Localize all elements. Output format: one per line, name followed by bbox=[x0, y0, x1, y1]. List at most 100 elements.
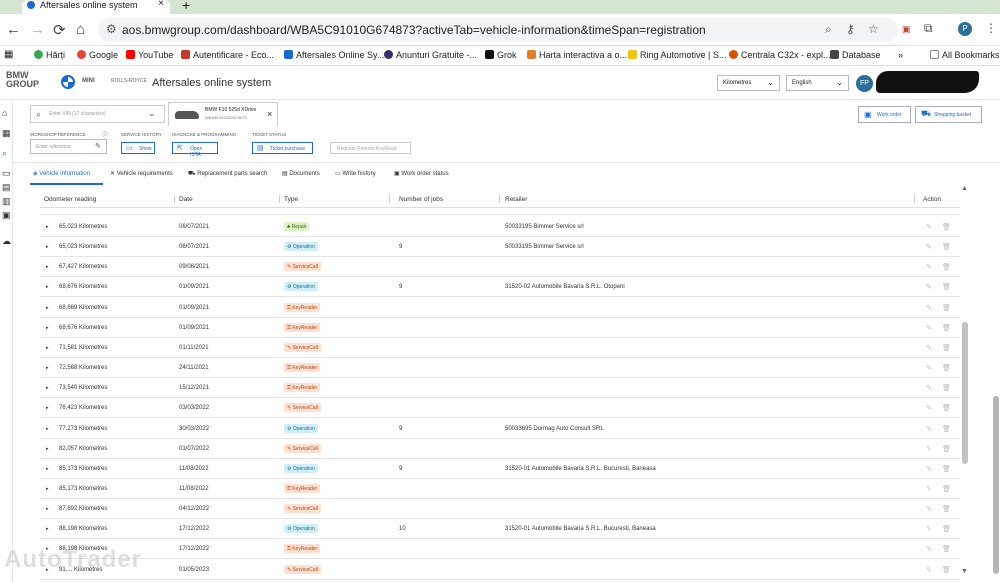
user-avatar[interactable]: FP bbox=[856, 75, 873, 92]
info-icon[interactable]: ⓘ bbox=[102, 130, 108, 139]
expand-row-icon[interactable]: ▸ bbox=[46, 345, 49, 351]
forward-icon[interactable]: → bbox=[30, 21, 45, 38]
delete-icon[interactable]: 🗑 bbox=[942, 566, 951, 574]
vin-search-input[interactable]: ⌕ Enter VIN (17 characters) ⌄ bbox=[30, 105, 165, 123]
tab-write-history[interactable]: ▭ Write history bbox=[335, 170, 376, 177]
table-row[interactable]: ▸ 88,198 Kilometres 17/12/2022 ⚙ Operation 1… bbox=[40, 519, 960, 540]
expand-row-icon[interactable]: ▸ bbox=[46, 426, 49, 432]
table-row[interactable]: ▸ 87,692 Kilometres 04/12/2022 ✎ ServiceCal… bbox=[40, 499, 960, 520]
table-row[interactable]: ▸ 65,023 Kilometres 06/07/2021 ♣ Repair 5003… bbox=[40, 217, 960, 237]
bookmark-item[interactable]: Grok bbox=[485, 50, 517, 60]
edit-icon[interactable]: ✎ bbox=[926, 243, 932, 251]
home-icon[interactable]: ⌂ bbox=[2, 108, 7, 118]
table-row[interactable]: ▸ 91,... Kilometres 01/05/2023 ✎ ServiceCal… bbox=[40, 560, 960, 580]
edit-icon[interactable]: ✎ bbox=[926, 223, 932, 231]
more-bookmarks-icon[interactable]: » bbox=[898, 50, 903, 60]
vehicle-tab[interactable]: BMW F10 525d XDrive WBA5C91010G674873 × bbox=[168, 102, 278, 126]
bookmark-star-icon[interactable]: ☆ bbox=[868, 22, 879, 36]
bookmark-item[interactable]: YouTube bbox=[126, 50, 173, 60]
delete-icon[interactable]: 🗑 bbox=[942, 384, 951, 392]
edit-icon[interactable]: ✎ bbox=[926, 364, 932, 372]
url-text[interactable]: aos.bmwgroup.com/dashboard/WBA5C91010G67… bbox=[122, 23, 706, 37]
tab-replacement-parts-search[interactable]: ⛟ Replacement parts search bbox=[188, 170, 267, 178]
delete-icon[interactable]: 🗑 bbox=[942, 425, 951, 433]
grid-icon[interactable]: ▦ bbox=[2, 128, 11, 139]
bookmark-item[interactable]: Centrala C32x - expl... bbox=[729, 50, 831, 60]
column-header-date[interactable]: Date bbox=[179, 196, 193, 203]
edit-icon[interactable]: ✎ bbox=[926, 566, 932, 574]
bookmark-item[interactable]: All Bookmarks bbox=[930, 50, 1000, 60]
delete-icon[interactable]: 🗑 bbox=[942, 364, 951, 372]
ticket-purchase-button[interactable]: ▤ Ticket purchase bbox=[252, 142, 313, 154]
delete-icon[interactable]: 🗑 bbox=[942, 404, 951, 412]
chevron-down-icon[interactable]: ⌄ bbox=[148, 108, 156, 119]
bookmark-item[interactable]: Ring Automotive | S... bbox=[628, 50, 726, 60]
expand-row-icon[interactable]: ▸ bbox=[46, 264, 49, 270]
bookmark-item[interactable]: Autentificare - Eco... bbox=[181, 50, 274, 60]
box-icon[interactable]: ▣ bbox=[2, 210, 11, 221]
delete-icon[interactable]: 🗑 bbox=[942, 344, 951, 352]
delete-icon[interactable]: 🗑 bbox=[942, 505, 951, 513]
edit-icon[interactable]: ✎ bbox=[926, 485, 932, 493]
table-row[interactable]: ▸ 85,173 Kilometres 11/08/2022 ⚙ Operation 9… bbox=[40, 459, 960, 479]
edit-icon[interactable]: ✎ bbox=[926, 525, 932, 533]
reload-icon[interactable]: ⟳ bbox=[53, 21, 66, 39]
expand-row-icon[interactable]: ▸ bbox=[46, 526, 49, 532]
request-remote-keyread-button[interactable]: Request Remote KeyRead bbox=[330, 142, 411, 154]
edit-icon[interactable]: ✎ bbox=[926, 344, 932, 352]
zoom-icon[interactable]: ⌕ bbox=[825, 22, 832, 37]
edit-icon[interactable]: ✎ bbox=[926, 465, 932, 473]
scroll-down-icon[interactable]: ▼ bbox=[961, 568, 968, 575]
expand-row-icon[interactable]: ▸ bbox=[46, 284, 49, 290]
delete-icon[interactable]: 🗑 bbox=[942, 525, 951, 533]
edit-icon[interactable]: ✎ bbox=[926, 324, 932, 332]
table-row[interactable]: ▸ 71,581 Kilometres 01/11/2021 ✎ ServiceCal… bbox=[40, 338, 960, 358]
table-row[interactable]: ▸ 68,669 Kilometres 01/09/2021 ⚿ KeyReader ✎… bbox=[40, 298, 960, 318]
delete-icon[interactable]: 🗑 bbox=[942, 223, 951, 231]
column-header-odometer[interactable]: Odometer reading bbox=[44, 196, 96, 203]
edit-icon[interactable]: ✎ bbox=[926, 384, 932, 392]
expand-row-icon[interactable]: ▸ bbox=[46, 405, 49, 411]
expand-row-icon[interactable]: ▸ bbox=[46, 506, 49, 512]
table-row[interactable]: ▸ 68,676 Kilometres 01/09/2021 ⚙ Operation 9… bbox=[40, 277, 960, 298]
edit-icon[interactable]: ✎ bbox=[926, 304, 932, 312]
new-tab-button[interactable]: + bbox=[182, 0, 190, 13]
tab-work-order-status[interactable]: ▣ Work order status bbox=[394, 170, 449, 177]
delete-icon[interactable]: 🗑 bbox=[942, 243, 951, 251]
delete-icon[interactable]: 🗑 bbox=[942, 545, 951, 553]
expand-row-icon[interactable]: ▸ bbox=[46, 244, 49, 250]
edit-icon[interactable]: ✎ bbox=[926, 445, 932, 453]
bookmark-item[interactable]: Hărți bbox=[34, 50, 65, 60]
extensions-icon[interactable]: ⧉ bbox=[924, 21, 933, 36]
column-header-type[interactable]: Type bbox=[284, 196, 298, 203]
table-scrollbar-thumb[interactable] bbox=[962, 322, 968, 464]
edit-icon[interactable]: ✎ bbox=[926, 263, 932, 271]
cloud-icon[interactable]: ☁ bbox=[2, 236, 11, 247]
expand-row-icon[interactable]: ▸ bbox=[46, 466, 49, 472]
expand-row-icon[interactable]: ▸ bbox=[46, 446, 49, 452]
tab-vehicle-information[interactable]: ◈ Vehicle information bbox=[33, 170, 90, 177]
delete-icon[interactable]: 🗑 bbox=[942, 304, 951, 312]
tab-vehicle-requirements[interactable]: ✕ Vehicle requirements bbox=[110, 170, 173, 177]
monitor-icon[interactable]: ▭ bbox=[2, 168, 11, 179]
browser-tab[interactable]: Aftersales online system × bbox=[22, 0, 170, 14]
document-icon[interactable]: ▤ bbox=[2, 182, 11, 193]
apps-grid-icon[interactable]: ▦ bbox=[4, 49, 13, 60]
table-row[interactable]: ▸ 88,198 Kilometres 17/12/2022 ⚿ KeyReader ✎… bbox=[40, 539, 960, 560]
site-info-icon[interactable]: ⚙ bbox=[106, 22, 117, 36]
close-tab-icon[interactable]: × bbox=[158, 0, 164, 9]
expand-row-icon[interactable]: ▸ bbox=[46, 224, 49, 230]
shopping-basket-button[interactable]: ⛟ Shopping basket bbox=[915, 106, 982, 123]
expand-row-icon[interactable]: ▸ bbox=[46, 325, 49, 331]
scroll-up-icon[interactable]: ▲ bbox=[961, 185, 968, 192]
column-header-number-of-jobs[interactable]: Number of jobs bbox=[399, 196, 443, 203]
list-icon[interactable]: ▥ bbox=[2, 196, 11, 207]
table-row[interactable]: ▸ 67,427 Kilometres 09/08/2021 ✎ ServiceCal… bbox=[40, 257, 960, 278]
edit-icon[interactable]: ✎ bbox=[926, 283, 932, 291]
table-row[interactable]: ▸ 72,568 Kilometres 24/11/2021 ⚿ KeyReader ✎… bbox=[40, 358, 960, 378]
work-order-button[interactable]: ▣ Work order bbox=[858, 106, 911, 123]
expand-row-icon[interactable]: ▸ bbox=[46, 385, 49, 391]
delete-icon[interactable]: 🗑 bbox=[942, 485, 951, 493]
table-row[interactable]: ▸ 85,173 Kilometres 11/08/2022 ⚿ KeyReader ✎… bbox=[40, 479, 960, 499]
column-header-retailer[interactable]: Retailer bbox=[505, 196, 527, 203]
